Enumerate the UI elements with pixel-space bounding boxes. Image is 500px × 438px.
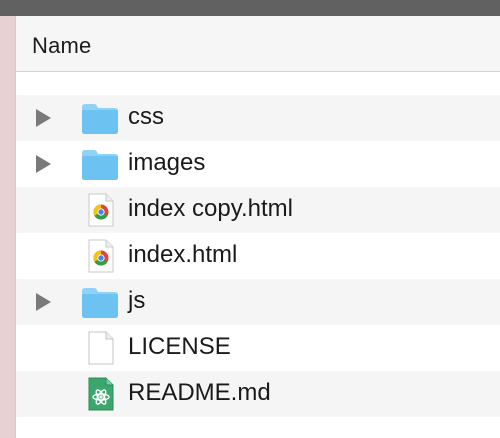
chrome-html-file-icon xyxy=(80,193,120,227)
file-row-index-copy-html[interactable]: index copy.html xyxy=(16,187,500,233)
disclosure-triangle-icon[interactable] xyxy=(36,109,51,127)
sidebar-edge xyxy=(0,16,16,438)
empty-list-area xyxy=(16,417,500,438)
file-row-images[interactable]: images xyxy=(16,141,500,187)
file-row-license[interactable]: LICENSE xyxy=(16,325,500,371)
file-name[interactable]: js xyxy=(128,287,145,315)
name-column-header[interactable]: Name xyxy=(32,33,92,59)
folder-icon xyxy=(80,285,120,319)
file-name[interactable]: index copy.html xyxy=(128,195,293,223)
file-row-readme-md[interactable]: README.md xyxy=(16,371,500,417)
file-list: css images index copy.html index.html js… xyxy=(16,95,500,417)
disclosure-triangle-icon[interactable] xyxy=(36,155,51,173)
atom-markdown-file-icon xyxy=(80,377,120,411)
blank-document-icon xyxy=(80,331,120,365)
folder-icon xyxy=(80,101,120,135)
file-name[interactable]: index.html xyxy=(128,241,237,269)
file-row-js[interactable]: js xyxy=(16,279,500,325)
file-row-css[interactable]: css xyxy=(16,95,500,141)
file-name[interactable]: images xyxy=(128,149,205,177)
chrome-html-file-icon xyxy=(80,239,120,273)
disclosure-triangle-icon[interactable] xyxy=(36,293,51,311)
finder-window: Name css images index copy.html index.ht… xyxy=(0,0,500,438)
folder-icon xyxy=(80,147,120,181)
file-name[interactable]: README.md xyxy=(128,379,271,407)
file-name[interactable]: css xyxy=(128,103,164,131)
column-header[interactable]: Name xyxy=(16,16,500,72)
file-browser: Name css images index copy.html index.ht… xyxy=(16,16,500,438)
file-name[interactable]: LICENSE xyxy=(128,333,231,361)
file-row-index-html[interactable]: index.html xyxy=(16,233,500,279)
window-toolbar-edge xyxy=(0,0,500,16)
